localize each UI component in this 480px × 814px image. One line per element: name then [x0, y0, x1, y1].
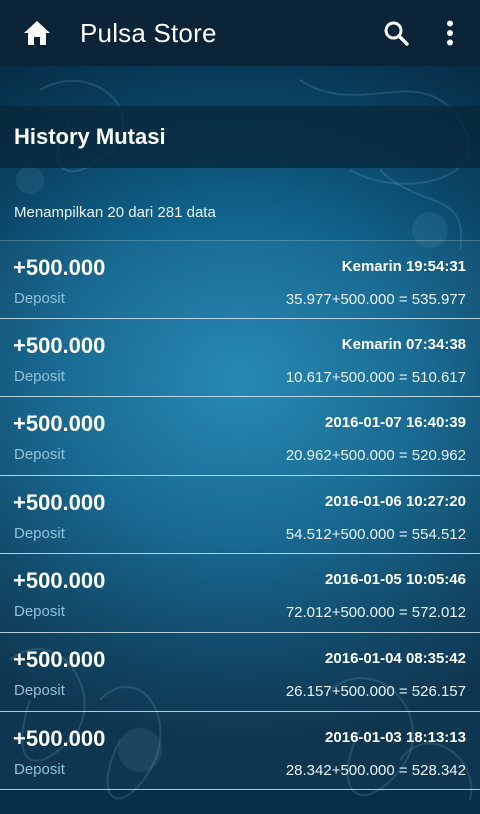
transaction-amount: +500.000: [13, 255, 106, 280]
transaction-row[interactable]: +500.000 Deposit Kemarin 19:54:31 35.977…: [0, 240, 480, 319]
more-vert-icon: [447, 20, 453, 46]
transaction-amount: +500.000: [13, 568, 106, 594]
transaction-type: Deposit: [14, 760, 65, 778]
transaction-balance-calc: 20.962+500.000 = 520.962: [285, 447, 466, 465]
result-summary: Menampilkan 20 dari 281 data: [14, 204, 216, 221]
transaction-type: Deposit: [14, 367, 65, 385]
transaction-row[interactable]: +500.000 Deposit 2016-01-04 08:35:42 26.…: [0, 633, 480, 712]
home-icon: [24, 21, 50, 45]
transaction-amount: +500.000: [13, 411, 106, 437]
transaction-time: 2016-01-05 10:05:46: [325, 571, 466, 589]
transaction-balance-calc: 10.617+500.000 = 510.617: [285, 368, 466, 386]
transaction-amount: +500.000: [13, 646, 106, 672]
transaction-balance-calc: 26.157+500.000 = 526.157: [285, 682, 466, 700]
transaction-row[interactable]: +500.000 Deposit 2016-01-06 10:27:20 54.…: [0, 476, 480, 555]
overflow-menu-button[interactable]: [436, 15, 464, 51]
transaction-type: Deposit: [14, 290, 65, 307]
transaction-amount: +500.000: [13, 489, 106, 515]
app-bar: Pulsa Store: [0, 0, 480, 66]
home-button[interactable]: [18, 14, 56, 52]
transaction-type: Deposit: [14, 446, 65, 464]
transaction-time: 2016-01-03 18:13:13: [325, 728, 466, 746]
app-title: Pulsa Store: [80, 17, 217, 48]
transaction-type: Deposit: [14, 524, 65, 542]
transaction-balance-calc: 35.977+500.000 = 535.977: [285, 291, 466, 308]
transaction-amount: +500.000: [13, 332, 106, 358]
transaction-type: Deposit: [14, 603, 65, 621]
transaction-row[interactable]: +500.000 Deposit 2016-01-03 18:13:13 28.…: [0, 712, 480, 791]
transaction-time: Kemarin 19:54:31: [341, 258, 466, 275]
transaction-row[interactable]: +500.000 Deposit 2016-01-05 10:05:46 72.…: [0, 554, 480, 633]
page-title: History Mutasi: [14, 124, 166, 149]
transaction-balance-calc: 28.342+500.000 = 528.342: [285, 761, 466, 779]
transaction-row[interactable]: +500.000 Deposit Kemarin 07:34:38 10.617…: [0, 319, 480, 398]
transaction-time: Kemarin 07:34:38: [341, 335, 466, 353]
transaction-amount: +500.000: [13, 725, 106, 751]
transaction-balance-calc: 72.012+500.000 = 572.012: [285, 604, 466, 622]
search-button[interactable]: [378, 15, 414, 51]
transaction-balance-calc: 54.512+500.000 = 554.512: [285, 525, 466, 543]
transaction-time: 2016-01-06 10:27:20: [325, 492, 466, 510]
transaction-time: 2016-01-07 16:40:39: [325, 414, 466, 432]
transaction-type: Deposit: [14, 681, 65, 699]
transaction-time: 2016-01-04 08:35:42: [325, 649, 466, 667]
section-header: History Mutasi: [0, 106, 480, 168]
search-icon: [384, 21, 409, 46]
transaction-row[interactable]: +500.000 Deposit 2016-01-07 16:40:39 20.…: [0, 397, 480, 476]
transaction-list: +500.000 Deposit Kemarin 19:54:31 35.977…: [0, 240, 480, 791]
